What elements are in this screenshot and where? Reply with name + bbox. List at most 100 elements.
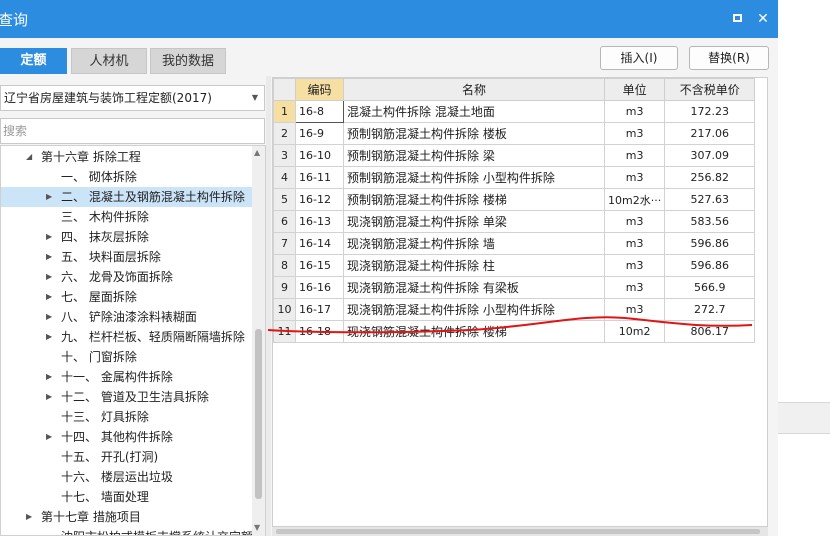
cell-unit[interactable]: m3 bbox=[603, 276, 666, 299]
tree-node[interactable]: 三、 木构件拆除 bbox=[1, 207, 253, 227]
cell-unit[interactable]: m3 bbox=[603, 254, 666, 277]
cell-name[interactable]: 现浇钢筋混凝土构件拆除 单梁 bbox=[343, 210, 605, 233]
quota-grid[interactable]: 编码 名称 单位 不含税单价 1 16-8 混凝土构件拆除 混凝土地面 m3 172.2… bbox=[272, 77, 768, 527]
row-index[interactable]: 4 bbox=[273, 166, 296, 189]
cell-price[interactable]: 596.86 bbox=[664, 254, 756, 277]
cell-code[interactable]: 16-17 bbox=[295, 298, 344, 321]
cell-name[interactable]: 现浇钢筋混凝土构件拆除 小型构件拆除 bbox=[343, 298, 605, 321]
cell-code[interactable]: 16-14 bbox=[295, 232, 344, 255]
table-row[interactable]: 4 16-11 预制钢筋混凝土构件拆除 小型构件拆除 m3 256.82 bbox=[273, 166, 756, 189]
header-unit[interactable]: 单位 bbox=[603, 78, 666, 101]
cell-name[interactable]: 现浇钢筋混凝土构件拆除 墙 bbox=[343, 232, 605, 255]
cell-price[interactable]: 806.17 bbox=[664, 320, 756, 343]
cell-name[interactable]: 现浇钢筋混凝土构件拆除 有梁板 bbox=[343, 276, 605, 299]
table-row[interactable]: 10 16-17 现浇钢筋混凝土构件拆除 小型构件拆除 m3 272.7 bbox=[273, 298, 756, 321]
row-index[interactable]: 10 bbox=[273, 298, 296, 321]
header-name[interactable]: 名称 bbox=[343, 78, 605, 101]
cell-unit[interactable]: 10m2 bbox=[603, 320, 666, 343]
cell-code[interactable]: 16-15 bbox=[295, 254, 344, 277]
tree-node[interactable]: ▶ 十一、 金属构件拆除 bbox=[1, 367, 253, 387]
tree-node[interactable]: 十五、 开孔(打洞) bbox=[1, 447, 253, 467]
dropdown-arrow-icon[interactable]: ▼ bbox=[252, 86, 258, 110]
cell-unit[interactable]: m3 bbox=[603, 144, 666, 167]
cell-name[interactable]: 混凝土构件拆除 混凝土地面 bbox=[343, 100, 605, 123]
search-input[interactable]: 搜索 bbox=[0, 118, 265, 144]
table-row[interactable]: 11 16-18 现浇钢筋混凝土构件拆除 楼梯 10m2 806.17 bbox=[273, 320, 756, 343]
tree-node[interactable]: ◢ 第十六章 拆除工程 bbox=[1, 147, 253, 167]
table-row[interactable]: 7 16-14 现浇钢筋混凝土构件拆除 墙 m3 596.86 bbox=[273, 232, 756, 255]
cell-code[interactable]: 16-16 bbox=[295, 276, 344, 299]
cell-price[interactable]: 583.56 bbox=[664, 210, 756, 233]
scroll-up-icon[interactable]: ▲ bbox=[254, 148, 260, 157]
tree-node[interactable]: 十七、 墙面处理 bbox=[1, 487, 253, 507]
tree-node[interactable]: ▶ 五、 块料面层拆除 bbox=[1, 247, 253, 267]
collapsed-triangle-icon[interactable]: ▶ bbox=[46, 267, 52, 287]
row-index[interactable]: 11 bbox=[273, 320, 296, 343]
collapsed-triangle-icon[interactable]: ▶ bbox=[46, 287, 52, 307]
tree-node[interactable]: 十三、 灯具拆除 bbox=[1, 407, 253, 427]
quota-library-select[interactable]: 辽宁省房屋建筑与装饰工程定额(2017) ▼ bbox=[0, 85, 265, 111]
tree-node[interactable]: ▶ 四、 抹灰层拆除 bbox=[1, 227, 253, 247]
tab-labor-material-machine[interactable]: 人材机 bbox=[71, 48, 147, 74]
row-index[interactable]: 8 bbox=[273, 254, 296, 277]
cell-price[interactable]: 566.9 bbox=[664, 276, 756, 299]
maximize-icon[interactable] bbox=[726, 8, 748, 30]
collapsed-triangle-icon[interactable]: ▶ bbox=[46, 307, 52, 327]
header-price[interactable]: 不含税单价 bbox=[664, 78, 756, 101]
tree-scrollbar[interactable]: ▲ ▼ bbox=[252, 146, 265, 536]
cell-price[interactable]: 256.82 bbox=[664, 166, 756, 189]
tree-node[interactable]: ▶ 八、 铲除油漆涂料裱糊面 bbox=[1, 307, 253, 327]
tree-node[interactable]: ▶ 十二、 管道及卫生洁具拆除 bbox=[1, 387, 253, 407]
cell-price[interactable]: 217.06 bbox=[664, 122, 756, 145]
cell-unit[interactable]: m3 bbox=[603, 166, 666, 189]
insert-button[interactable]: 插入(I) bbox=[600, 46, 678, 70]
table-row[interactable]: 8 16-15 现浇钢筋混凝土构件拆除 柱 m3 596.86 bbox=[273, 254, 756, 277]
table-row[interactable]: 5 16-12 预制钢筋混凝土构件拆除 楼梯 10m2水··· 527.63 bbox=[273, 188, 756, 211]
tree-node[interactable]: ▶ 六、 龙骨及饰面拆除 bbox=[1, 267, 253, 287]
tree-scrollbar-thumb[interactable] bbox=[255, 329, 262, 499]
close-icon[interactable]: ✕ bbox=[752, 8, 774, 30]
cell-name[interactable]: 预制钢筋混凝土构件拆除 楼板 bbox=[343, 122, 605, 145]
tab-quota[interactable]: 定额 bbox=[0, 48, 67, 74]
grid-scrollbar-thumb[interactable] bbox=[276, 529, 760, 534]
table-row[interactable]: 2 16-9 预制钢筋混凝土构件拆除 楼板 m3 217.06 bbox=[273, 122, 756, 145]
row-index[interactable]: 9 bbox=[273, 276, 296, 299]
cell-price[interactable]: 172.23 bbox=[664, 100, 756, 123]
collapsed-triangle-icon[interactable]: ▶ bbox=[26, 507, 32, 527]
tree-node[interactable]: ▶ 十四、 其他构件拆除 bbox=[1, 427, 253, 447]
cell-unit[interactable]: m3 bbox=[603, 298, 666, 321]
tree-node[interactable]: 十、 门窗拆除 bbox=[1, 347, 253, 367]
cell-price[interactable]: 272.7 bbox=[664, 298, 756, 321]
tree-node[interactable]: 十六、 楼层运出垃圾 bbox=[1, 467, 253, 487]
collapsed-triangle-icon[interactable]: ▶ bbox=[46, 367, 52, 387]
table-row[interactable]: 3 16-10 预制钢筋混凝土构件拆除 梁 m3 307.09 bbox=[273, 144, 756, 167]
cell-name[interactable]: 预制钢筋混凝土构件拆除 楼梯 bbox=[343, 188, 605, 211]
collapsed-triangle-icon[interactable]: ▶ bbox=[46, 387, 52, 407]
tab-my-data[interactable]: 我的数据 bbox=[150, 48, 226, 74]
tree-node[interactable]: ▶ 二、 混凝土及钢筋混凝土构件拆除 bbox=[1, 187, 253, 207]
cell-code[interactable]: 16-8 bbox=[295, 100, 344, 123]
collapsed-triangle-icon[interactable]: ▶ bbox=[46, 247, 52, 267]
tree-node[interactable]: ▶ 九、 栏杆栏板、轻质隔断隔墙拆除 bbox=[1, 327, 253, 347]
replace-button[interactable]: 替换(R) bbox=[689, 46, 769, 70]
cell-code[interactable]: 16-18 bbox=[295, 320, 344, 343]
cell-code[interactable]: 16-10 bbox=[295, 144, 344, 167]
row-index[interactable]: 6 bbox=[273, 210, 296, 233]
tree-node[interactable]: ▶ 第十七章 措施项目 bbox=[1, 507, 253, 527]
cell-unit[interactable]: m3 bbox=[603, 100, 666, 123]
cell-price[interactable]: 527.63 bbox=[664, 188, 756, 211]
cell-name[interactable]: 预制钢筋混凝土构件拆除 小型构件拆除 bbox=[343, 166, 605, 189]
tree-node[interactable]: 一、 砌体拆除 bbox=[1, 167, 253, 187]
tree-node[interactable]: 沈阳市松柏式模板支撑系统计交定额 bbox=[1, 527, 253, 535]
title-bar[interactable]: 查询 ✕ bbox=[0, 0, 778, 38]
row-index[interactable]: 5 bbox=[273, 188, 296, 211]
cell-code[interactable]: 16-11 bbox=[295, 166, 344, 189]
grid-horizontal-scrollbar[interactable] bbox=[272, 527, 768, 536]
collapsed-triangle-icon[interactable]: ▶ bbox=[46, 327, 52, 347]
row-index[interactable]: 1 bbox=[273, 100, 296, 123]
row-index[interactable]: 7 bbox=[273, 232, 296, 255]
collapsed-triangle-icon[interactable]: ▶ bbox=[46, 187, 52, 207]
cell-name[interactable]: 现浇钢筋混凝土构件拆除 楼梯 bbox=[343, 320, 605, 343]
cell-price[interactable]: 307.09 bbox=[664, 144, 756, 167]
expanded-triangle-icon[interactable]: ◢ bbox=[26, 147, 32, 167]
